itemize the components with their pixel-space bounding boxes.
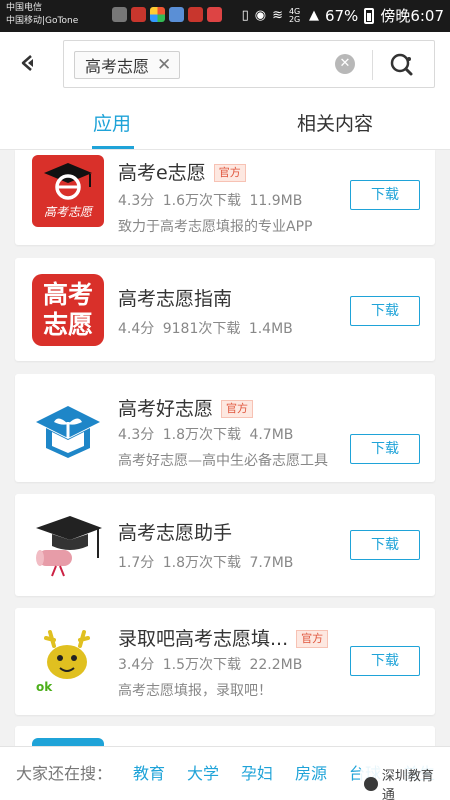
app-description: 高考志愿填报，录取吧！ bbox=[118, 683, 272, 699]
app-card[interactable]: 高考好志愿 官方 4.3分 1.8万次下载 4.7MB 高考好志愿—高中生必备志愿… bbox=[15, 374, 435, 482]
app-rating: 3.4分 bbox=[118, 657, 155, 673]
app-meta: 1.7分 1.8万次下载 7.7MB bbox=[118, 552, 293, 572]
tab-bar: 应用 相关内容 bbox=[0, 94, 450, 150]
download-button[interactable]: 下载 bbox=[350, 180, 420, 210]
app-card[interactable]: ok 录取吧高考志愿填... 官方 3.4分 1.5万次下载 22.2MB 高考志… bbox=[15, 608, 435, 715]
app-size: 22.2MB bbox=[249, 657, 303, 673]
watermark: 深圳教育通 bbox=[360, 763, 450, 800]
tab-apps[interactable]: 应用 bbox=[60, 94, 164, 150]
download-button[interactable]: 下载 bbox=[350, 530, 420, 560]
app-description: 致力于高考志愿填报的专业APP bbox=[118, 219, 313, 235]
carrier-2: 中国移动|GoTone bbox=[6, 16, 79, 26]
chip-close-icon[interactable]: ✕ bbox=[157, 55, 171, 75]
icon-caption: 高考志愿 bbox=[43, 205, 92, 219]
app-downloads: 1.5万次下载 bbox=[162, 657, 241, 673]
download-button[interactable]: 下载 bbox=[350, 296, 420, 326]
briefcase-icon bbox=[112, 7, 127, 22]
related-searches-bar: 大家还在搜： 教育 大学 孕妇 房源 台球 美生 深圳教育通 bbox=[0, 746, 450, 800]
related-keyword[interactable]: 孕妇 bbox=[241, 747, 273, 800]
app-downloads: 1.8万次下载 bbox=[162, 427, 241, 443]
app-rating: 1.7分 bbox=[118, 555, 155, 571]
app-name: 高考志愿指南 bbox=[118, 288, 233, 310]
graduation-cap-e-icon: 高考志愿 bbox=[32, 155, 104, 227]
sprout-book-icon bbox=[32, 392, 104, 464]
app-rating: 4.4分 bbox=[118, 321, 155, 337]
app-notification-icon bbox=[131, 7, 146, 22]
icon-text-line-1: 高考 bbox=[42, 280, 93, 309]
official-badge: 官方 bbox=[296, 630, 329, 648]
app-name-text: 高考e志愿 bbox=[118, 162, 206, 184]
app-card[interactable]: 高考 志愿 高考志愿指南 4.4分 9181次下载 1.4MB 下载 bbox=[15, 258, 435, 361]
app-name: 高考志愿助手 bbox=[118, 522, 233, 544]
related-keyword[interactable]: 大学 bbox=[187, 747, 219, 800]
color-wheel-icon bbox=[150, 7, 165, 22]
related-searches-label: 大家还在搜： bbox=[16, 764, 113, 783]
deer-mascot-icon: ok bbox=[32, 626, 104, 698]
app-description: 高考好志愿—高中生必备志愿工具 bbox=[118, 453, 328, 469]
back-button[interactable] bbox=[14, 48, 44, 78]
battery-icon bbox=[364, 7, 375, 24]
app-notification-icon bbox=[169, 7, 184, 22]
app-size: 1.4MB bbox=[248, 321, 293, 337]
search-divider bbox=[372, 50, 373, 80]
app-meta: 3.4分 1.5万次下载 22.2MB bbox=[118, 654, 302, 674]
query-chip-label: 高考志愿 bbox=[85, 57, 150, 76]
app-size: 11.9MB bbox=[249, 193, 303, 209]
search-icon bbox=[390, 53, 413, 76]
signal-icon: ▲ bbox=[308, 8, 319, 23]
official-badge: 官方 bbox=[221, 400, 254, 418]
battery-percent: 67% bbox=[324, 6, 359, 25]
back-arrow-icon bbox=[21, 55, 33, 71]
app-meta: 4.4分 9181次下载 1.4MB bbox=[118, 318, 293, 338]
vibrate-icon: ▯ bbox=[241, 8, 249, 23]
related-keyword[interactable]: 教育 bbox=[133, 747, 165, 800]
app-downloads: 1.8万次下载 bbox=[162, 555, 241, 571]
app-meta: 4.3分 1.8万次下载 4.7MB bbox=[118, 424, 293, 444]
watermark-text: 深圳教育通 bbox=[381, 769, 434, 800]
app-size: 4.7MB bbox=[249, 427, 294, 443]
app-name-text: 高考好志愿 bbox=[118, 398, 214, 420]
app-name: 录取吧高考志愿填... 官方 bbox=[118, 624, 329, 651]
official-badge: 官方 bbox=[213, 164, 246, 182]
notification-icons bbox=[112, 7, 222, 22]
app-name: 高考e志愿 官方 bbox=[118, 158, 246, 185]
query-chip[interactable]: 高考志愿 ✕ bbox=[74, 51, 181, 79]
app-notification-icon bbox=[188, 7, 203, 22]
search-header: 高考志愿 ✕ ✕ bbox=[0, 32, 450, 94]
app-card[interactable]: 高考志愿助手 1.7分 1.8万次下载 7.7MB 下载 bbox=[15, 494, 435, 596]
text-logo-icon: 高考 志愿 bbox=[32, 274, 104, 346]
app-name: 高考好志愿 官方 bbox=[118, 394, 254, 421]
eye-icon: ◉ bbox=[254, 8, 267, 23]
clock: 傍晚6:07 bbox=[380, 7, 444, 25]
carrier-1: 中国电信 bbox=[6, 3, 43, 13]
search-box[interactable]: 高考志愿 ✕ ✕ bbox=[63, 40, 435, 88]
app-size: 7.7MB bbox=[249, 555, 294, 571]
app-notification-icon bbox=[207, 7, 222, 22]
app-meta: 4.3分 1.6万次下载 11.9MB bbox=[118, 190, 302, 210]
system-icons: ▯ ◉ ≋ 4G 2G ▲ 67% 傍晚6:07 bbox=[242, 5, 444, 26]
wifi-icon: ≋ bbox=[272, 8, 283, 23]
tab-related-content[interactable]: 相关内容 bbox=[280, 94, 390, 150]
app-downloads: 1.6万次下载 bbox=[162, 193, 241, 209]
download-button[interactable]: 下载 bbox=[350, 646, 420, 676]
related-keyword[interactable]: 房源 bbox=[295, 747, 327, 800]
app-rating: 4.3分 bbox=[118, 427, 155, 443]
network-type: 4G 2G bbox=[288, 6, 301, 24]
app-downloads: 9181次下载 bbox=[162, 321, 241, 337]
app-rating: 4.3分 bbox=[118, 193, 155, 209]
carrier-info: 中国电信 中国移动|GoTone bbox=[6, 2, 78, 28]
status-bar: 中国电信 中国移动|GoTone ▯ ◉ ≋ 4G 2G ▲ 67% 傍晚6:0… bbox=[0, 0, 450, 32]
icon-text-line-2: 志愿 bbox=[42, 310, 93, 339]
app-name-text: 录取吧高考志愿填... bbox=[118, 628, 289, 650]
download-button[interactable]: 下载 bbox=[350, 434, 420, 464]
active-tab-indicator bbox=[92, 146, 134, 149]
wechat-icon bbox=[364, 777, 378, 791]
app-card[interactable]: 高考志愿 高考e志愿 官方 4.3分 1.6万次下载 11.9MB 致力于高考志愿… bbox=[15, 150, 435, 245]
clear-search-button[interactable]: ✕ bbox=[335, 54, 355, 74]
mortarboard-diploma-icon bbox=[32, 508, 104, 580]
search-button[interactable] bbox=[384, 50, 420, 80]
icon-caption: ok bbox=[36, 680, 53, 694]
